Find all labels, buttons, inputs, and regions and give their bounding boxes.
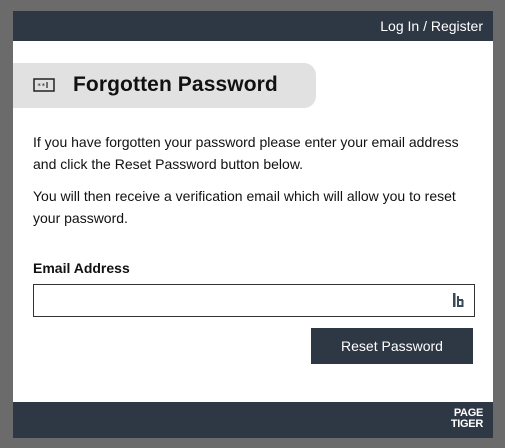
page-title: Forgotten Password bbox=[73, 73, 278, 96]
email-field[interactable] bbox=[33, 284, 475, 317]
page-frame: Log In / Register ** Forgotten Password … bbox=[13, 11, 493, 438]
footer-bar: PAGE TIGER bbox=[13, 402, 493, 438]
top-bar: Log In / Register bbox=[13, 11, 493, 41]
email-label: Email Address bbox=[33, 260, 130, 276]
instructions-paragraph-2: You will then receive a verification ema… bbox=[33, 188, 456, 226]
logo-line-2: TIGER bbox=[450, 418, 483, 430]
reset-password-button[interactable]: Reset Password bbox=[311, 328, 473, 364]
instructions-paragraph-1: If you have forgotten your password plea… bbox=[33, 134, 459, 172]
password-manager-icon[interactable] bbox=[453, 293, 465, 307]
page-tiger-logo[interactable]: PAGE TIGER bbox=[451, 408, 483, 430]
page-title-banner: ** Forgotten Password bbox=[13, 63, 316, 108]
svg-text:**: ** bbox=[37, 82, 45, 90]
password-icon: ** bbox=[33, 78, 55, 92]
login-register-link[interactable]: Log In / Register bbox=[380, 18, 483, 34]
